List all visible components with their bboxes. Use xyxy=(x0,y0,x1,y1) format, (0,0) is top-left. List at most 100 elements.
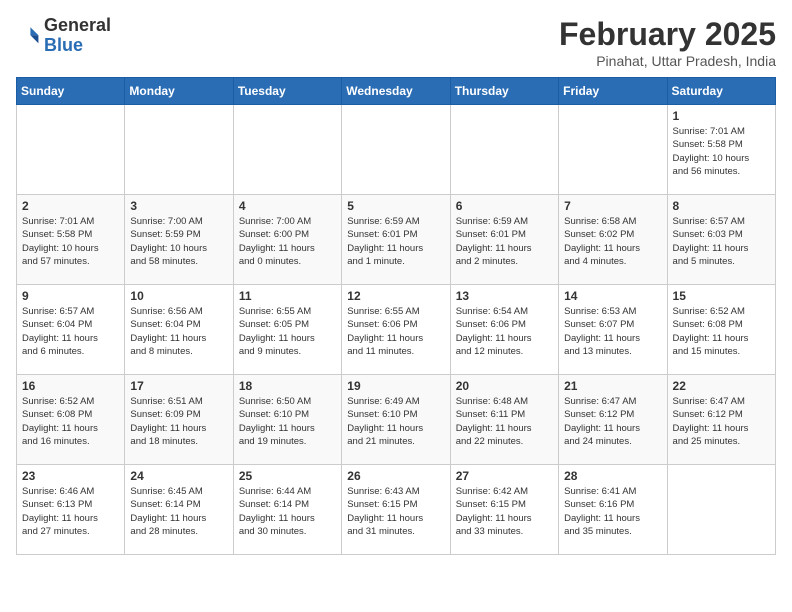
day-number: 14 xyxy=(564,289,661,303)
day-info: Sunrise: 6:52 AMSunset: 6:08 PMDaylight:… xyxy=(22,395,119,448)
calendar-cell: 23 Sunrise: 6:46 AMSunset: 6:13 PMDayligh… xyxy=(17,465,125,555)
col-header-wednesday: Wednesday xyxy=(342,78,450,105)
day-number: 9 xyxy=(22,289,119,303)
calendar-cell: 10 Sunrise: 6:56 AMSunset: 6:04 PMDayligh… xyxy=(125,285,233,375)
day-info: Sunrise: 6:56 AMSunset: 6:04 PMDaylight:… xyxy=(130,305,227,358)
day-number: 22 xyxy=(673,379,770,393)
calendar-cell: 13 Sunrise: 6:54 AMSunset: 6:06 PMDayligh… xyxy=(450,285,558,375)
day-number: 10 xyxy=(130,289,227,303)
col-header-tuesday: Tuesday xyxy=(233,78,341,105)
calendar-cell: 27 Sunrise: 6:42 AMSunset: 6:15 PMDayligh… xyxy=(450,465,558,555)
day-info: Sunrise: 6:52 AMSunset: 6:08 PMDaylight:… xyxy=(673,305,770,358)
day-info: Sunrise: 7:00 AMSunset: 6:00 PMDaylight:… xyxy=(239,215,336,268)
logo: General Blue xyxy=(16,16,111,56)
month-title: February 2025 xyxy=(559,16,776,53)
calendar-cell: 25 Sunrise: 6:44 AMSunset: 6:14 PMDayligh… xyxy=(233,465,341,555)
day-number: 5 xyxy=(347,199,444,213)
calendar-cell: 1 Sunrise: 7:01 AMSunset: 5:58 PMDaylight… xyxy=(667,105,775,195)
calendar-cell xyxy=(667,465,775,555)
day-info: Sunrise: 6:46 AMSunset: 6:13 PMDaylight:… xyxy=(22,485,119,538)
page-header: General Blue February 2025 Pinahat, Utta… xyxy=(16,16,776,69)
day-number: 12 xyxy=(347,289,444,303)
day-number: 1 xyxy=(673,109,770,123)
day-info: Sunrise: 6:59 AMSunset: 6:01 PMDaylight:… xyxy=(456,215,553,268)
calendar-cell: 22 Sunrise: 6:47 AMSunset: 6:12 PMDayligh… xyxy=(667,375,775,465)
day-info: Sunrise: 6:42 AMSunset: 6:15 PMDaylight:… xyxy=(456,485,553,538)
calendar-cell: 28 Sunrise: 6:41 AMSunset: 6:16 PMDayligh… xyxy=(559,465,667,555)
col-header-thursday: Thursday xyxy=(450,78,558,105)
calendar-cell: 9 Sunrise: 6:57 AMSunset: 6:04 PMDaylight… xyxy=(17,285,125,375)
day-info: Sunrise: 6:44 AMSunset: 6:14 PMDaylight:… xyxy=(239,485,336,538)
day-number: 7 xyxy=(564,199,661,213)
day-info: Sunrise: 6:47 AMSunset: 6:12 PMDaylight:… xyxy=(564,395,661,448)
calendar-cell xyxy=(17,105,125,195)
calendar-cell xyxy=(125,105,233,195)
calendar-cell: 11 Sunrise: 6:55 AMSunset: 6:05 PMDayligh… xyxy=(233,285,341,375)
calendar-cell: 6 Sunrise: 6:59 AMSunset: 6:01 PMDaylight… xyxy=(450,195,558,285)
calendar-cell xyxy=(559,105,667,195)
day-number: 4 xyxy=(239,199,336,213)
day-number: 3 xyxy=(130,199,227,213)
day-number: 21 xyxy=(564,379,661,393)
calendar-cell: 12 Sunrise: 6:55 AMSunset: 6:06 PMDayligh… xyxy=(342,285,450,375)
day-info: Sunrise: 7:01 AMSunset: 5:58 PMDaylight:… xyxy=(22,215,119,268)
day-info: Sunrise: 6:57 AMSunset: 6:03 PMDaylight:… xyxy=(673,215,770,268)
day-number: 16 xyxy=(22,379,119,393)
day-info: Sunrise: 6:50 AMSunset: 6:10 PMDaylight:… xyxy=(239,395,336,448)
day-number: 19 xyxy=(347,379,444,393)
day-number: 6 xyxy=(456,199,553,213)
calendar-cell: 3 Sunrise: 7:00 AMSunset: 5:59 PMDaylight… xyxy=(125,195,233,285)
calendar-cell: 14 Sunrise: 6:53 AMSunset: 6:07 PMDayligh… xyxy=(559,285,667,375)
day-info: Sunrise: 6:55 AMSunset: 6:06 PMDaylight:… xyxy=(347,305,444,358)
logo-text: General Blue xyxy=(44,16,111,56)
title-block: February 2025 Pinahat, Uttar Pradesh, In… xyxy=(559,16,776,69)
day-info: Sunrise: 6:45 AMSunset: 6:14 PMDaylight:… xyxy=(130,485,227,538)
day-info: Sunrise: 6:51 AMSunset: 6:09 PMDaylight:… xyxy=(130,395,227,448)
calendar-table: SundayMondayTuesdayWednesdayThursdayFrid… xyxy=(16,77,776,555)
day-number: 23 xyxy=(22,469,119,483)
day-info: Sunrise: 6:57 AMSunset: 6:04 PMDaylight:… xyxy=(22,305,119,358)
day-info: Sunrise: 7:00 AMSunset: 5:59 PMDaylight:… xyxy=(130,215,227,268)
day-info: Sunrise: 6:47 AMSunset: 6:12 PMDaylight:… xyxy=(673,395,770,448)
day-info: Sunrise: 6:41 AMSunset: 6:16 PMDaylight:… xyxy=(564,485,661,538)
day-info: Sunrise: 6:48 AMSunset: 6:11 PMDaylight:… xyxy=(456,395,553,448)
day-number: 25 xyxy=(239,469,336,483)
day-info: Sunrise: 6:54 AMSunset: 6:06 PMDaylight:… xyxy=(456,305,553,358)
day-number: 24 xyxy=(130,469,227,483)
day-number: 13 xyxy=(456,289,553,303)
day-number: 15 xyxy=(673,289,770,303)
day-info: Sunrise: 6:43 AMSunset: 6:15 PMDaylight:… xyxy=(347,485,444,538)
calendar-cell: 15 Sunrise: 6:52 AMSunset: 6:08 PMDayligh… xyxy=(667,285,775,375)
day-number: 11 xyxy=(239,289,336,303)
day-number: 20 xyxy=(456,379,553,393)
calendar-cell: 7Sunrise: 6:58 AMSunset: 6:02 PMDaylight… xyxy=(559,195,667,285)
calendar-cell: 4 Sunrise: 7:00 AMSunset: 6:00 PMDaylight… xyxy=(233,195,341,285)
calendar-cell: 2 Sunrise: 7:01 AMSunset: 5:58 PMDaylight… xyxy=(17,195,125,285)
col-header-sunday: Sunday xyxy=(17,78,125,105)
calendar-cell: 17 Sunrise: 6:51 AMSunset: 6:09 PMDayligh… xyxy=(125,375,233,465)
calendar-cell: 8 Sunrise: 6:57 AMSunset: 6:03 PMDaylight… xyxy=(667,195,775,285)
day-info: Sunrise: 6:53 AMSunset: 6:07 PMDaylight:… xyxy=(564,305,661,358)
day-info: Sunrise: 6:59 AMSunset: 6:01 PMDaylight:… xyxy=(347,215,444,268)
calendar-cell: 18 Sunrise: 6:50 AMSunset: 6:10 PMDayligh… xyxy=(233,375,341,465)
calendar-cell xyxy=(233,105,341,195)
day-number: 26 xyxy=(347,469,444,483)
calendar-cell xyxy=(342,105,450,195)
calendar-cell: 19 Sunrise: 6:49 AMSunset: 6:10 PMDayligh… xyxy=(342,375,450,465)
calendar-cell: 20 Sunrise: 6:48 AMSunset: 6:11 PMDayligh… xyxy=(450,375,558,465)
calendar-cell: 5 Sunrise: 6:59 AMSunset: 6:01 PMDaylight… xyxy=(342,195,450,285)
logo-icon xyxy=(16,24,40,48)
day-info: Sunrise: 6:55 AMSunset: 6:05 PMDaylight:… xyxy=(239,305,336,358)
day-number: 18 xyxy=(239,379,336,393)
day-info: Sunrise: 6:49 AMSunset: 6:10 PMDaylight:… xyxy=(347,395,444,448)
col-header-saturday: Saturday xyxy=(667,78,775,105)
day-number: 8 xyxy=(673,199,770,213)
calendar-cell: 26 Sunrise: 6:43 AMSunset: 6:15 PMDayligh… xyxy=(342,465,450,555)
calendar-cell: 21 Sunrise: 6:47 AMSunset: 6:12 PMDayligh… xyxy=(559,375,667,465)
day-number: 17 xyxy=(130,379,227,393)
day-number: 27 xyxy=(456,469,553,483)
day-number: 28 xyxy=(564,469,661,483)
day-number: 2 xyxy=(22,199,119,213)
day-info: Sunrise: 7:01 AMSunset: 5:58 PMDaylight:… xyxy=(673,125,770,178)
calendar-cell: 16 Sunrise: 6:52 AMSunset: 6:08 PMDayligh… xyxy=(17,375,125,465)
